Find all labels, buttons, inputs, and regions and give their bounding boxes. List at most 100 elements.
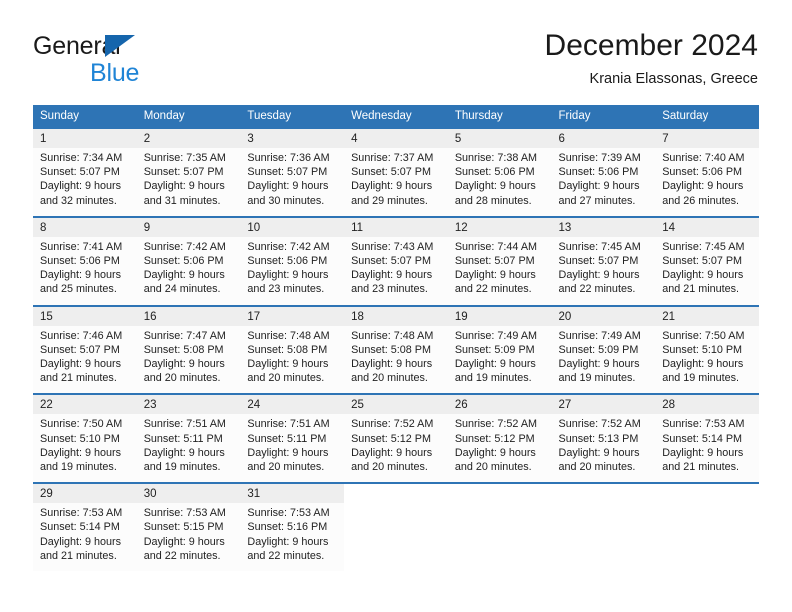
week-daynumber-row: 15 16 17 18 19 20 21 [33,306,759,326]
day-detail-cell: Sunrise: 7:48 AM Sunset: 5:08 PM Daylight:… [344,325,448,394]
day-daylight-l1-text: Daylight: 9 hours [247,446,329,459]
day-number-cell[interactable]: 16 [136,306,241,326]
week-daynumber-row: 1234567 [33,129,759,148]
day-sunrise-text: Sunrise: 7:34 AM [40,152,123,164]
day-number-cell[interactable]: 5 [447,129,552,148]
day-number-cell[interactable]: 8 [33,217,137,237]
day-daylight-l2-text: and 21 minutes. [40,372,117,385]
day-number-cell[interactable]: 12 [447,217,552,237]
day-daylight-l2-text: and 22 minutes. [143,549,221,562]
day-sunset-text: Sunset: 5:06 PM [143,255,224,268]
day-sunset-text: Sunset: 5:14 PM [662,432,743,445]
day-number-empty [447,484,552,504]
day-sunrise-text: Sunrise: 7:36 AM [247,152,330,164]
day-number-cell[interactable]: 4 [344,129,448,148]
day-number-empty [655,484,759,504]
day-daylight-l2-text: and 31 minutes. [143,194,221,207]
day-number-cell[interactable]: 22 [33,395,137,415]
day-daylight-l1-text: Daylight: 9 hours [351,446,433,459]
day-number-cell[interactable]: 24 [240,395,345,415]
day-sunset-text: Sunset: 5:07 PM [351,255,431,268]
day-number-cell[interactable]: 14 [655,217,759,237]
day-detail-empty [447,503,552,572]
day-number-cell[interactable]: 7 [655,129,759,148]
day-number-cell[interactable]: 2 [136,129,241,148]
day-sunset-text: Sunset: 5:07 PM [454,255,535,268]
week-daynumber-row: 29 30 31 [33,484,759,504]
day-daylight-l2-text: and 19 minutes. [662,372,740,385]
day-number-cell[interactable]: 1 [33,129,137,148]
day-daylight-l1-text: Daylight: 9 hours [143,269,225,282]
weekday-header-monday: Monday [136,105,241,127]
day-detail-empty [655,503,759,572]
day-detail-cell: Sunrise: 7:52 AM Sunset: 5:12 PM Daylight:… [447,414,552,483]
day-number-cell[interactable]: 18 [344,306,448,326]
day-sunrise-text: Sunrise: 7:39 AM [558,152,641,164]
day-number-cell[interactable]: 6 [551,129,656,148]
day-sunrise-text: Sunrise: 7:51 AM [143,418,226,431]
day-daylight-l1-text: Daylight: 9 hours [247,269,329,282]
day-number-cell[interactable]: 25 [344,395,448,415]
day-number-cell[interactable]: 30 [136,484,241,504]
day-number-cell[interactable]: 10 [240,217,345,237]
day-sunset-text: Sunset: 5:07 PM [662,255,743,268]
day-detail-cell: Sunrise: 7:42 AM Sunset: 5:06 PM Daylight:… [240,236,345,305]
weekday-header-tuesday: Tuesday [240,105,345,127]
day-detail-cell: Sunrise: 7:44 AM Sunset: 5:07 PM Daylight:… [447,236,552,305]
day-number-cell[interactable]: 27 [551,395,656,415]
day-daylight-l2-text: and 22 minutes. [454,283,532,296]
day-number-cell[interactable]: 23 [136,395,241,415]
brand-logo[interactable]: General Blue [33,32,263,87]
day-sunrise-text: Sunrise: 7:51 AM [247,418,330,431]
day-number-cell[interactable]: 15 [33,306,137,326]
day-detail-cell: Sunrise: 7:53 AM Sunset: 5:15 PM Daylight:… [136,503,241,572]
day-sunrise-text: Sunrise: 7:40 AM [662,152,745,164]
day-daylight-l2-text: and 22 minutes. [247,549,325,562]
day-sunrise-text: Sunrise: 7:41 AM [40,240,123,253]
weekday-header-wednesday: Wednesday [344,105,448,127]
day-number-cell[interactable]: 28 [655,395,759,415]
day-number-empty [344,484,448,504]
day-number-cell[interactable]: 19 [447,306,552,326]
day-sunrise-text: Sunrise: 7:45 AM [558,240,641,253]
day-daylight-l2-text: and 19 minutes. [558,372,636,385]
day-sunset-text: Sunset: 5:11 PM [247,432,327,445]
day-sunset-text: Sunset: 5:12 PM [351,432,431,445]
page-header: General Blue December 2024 Krania Elasso… [0,0,792,100]
title-block: December 2024 Krania Elassonas, Greece [545,28,758,90]
day-daylight-l1-text: Daylight: 9 hours [143,180,225,193]
day-detail-cell: Sunrise: 7:37 AM Sunset: 5:07 PM Daylight:… [344,148,448,216]
day-number-cell[interactable]: 31 [240,484,345,504]
day-sunrise-text: Sunrise: 7:38 AM [454,152,538,164]
day-detail-cell: Sunrise: 7:49 AM Sunset: 5:09 PM Daylight:… [447,325,552,394]
day-number-cell[interactable]: 9 [136,217,241,237]
day-sunrise-text: Sunrise: 7:49 AM [558,329,641,342]
week-daynumber-row: 8 9 10 11 12 13 14 [33,217,759,237]
day-number-cell[interactable]: 3 [240,129,345,148]
calendar-table: Sunday Monday Tuesday Wednesday Thursday… [33,105,759,572]
day-sunset-text: Sunset: 5:06 PM [247,255,328,268]
day-number-cell[interactable]: 13 [551,217,656,237]
day-daylight-l2-text: and 30 minutes. [247,194,325,207]
day-daylight-l2-text: and 32 minutes. [40,194,117,207]
day-daylight-l2-text: and 19 minutes. [143,461,221,474]
day-number-cell[interactable]: 21 [655,306,759,326]
day-daylight-l1-text: Daylight: 9 hours [143,446,225,459]
day-daylight-l1-text: Daylight: 9 hours [454,446,536,459]
day-sunrise-text: Sunrise: 7:50 AM [662,329,745,342]
day-number-cell[interactable]: 29 [33,484,137,504]
day-detail-cell: Sunrise: 7:39 AM Sunset: 5:06 PM Daylight:… [551,148,656,216]
day-number-cell[interactable]: 11 [344,217,448,237]
day-detail-empty [344,503,448,572]
day-sunrise-text: Sunrise: 7:53 AM [40,507,123,520]
day-sunset-text: Sunset: 5:07 PM [143,166,224,179]
day-detail-cell: Sunrise: 7:51 AM Sunset: 5:11 PM Daylight:… [136,414,241,483]
day-number-cell[interactable]: 26 [447,395,552,415]
day-number-cell[interactable]: 20 [551,306,656,326]
day-daylight-l1-text: Daylight: 9 hours [40,180,122,193]
day-daylight-l2-text: and 19 minutes. [40,461,117,474]
day-sunrise-text: Sunrise: 7:52 AM [351,418,434,431]
day-number-cell[interactable]: 17 [240,306,345,326]
day-daylight-l2-text: and 20 minutes. [351,461,428,474]
day-daylight-l2-text: and 25 minutes. [40,283,117,296]
